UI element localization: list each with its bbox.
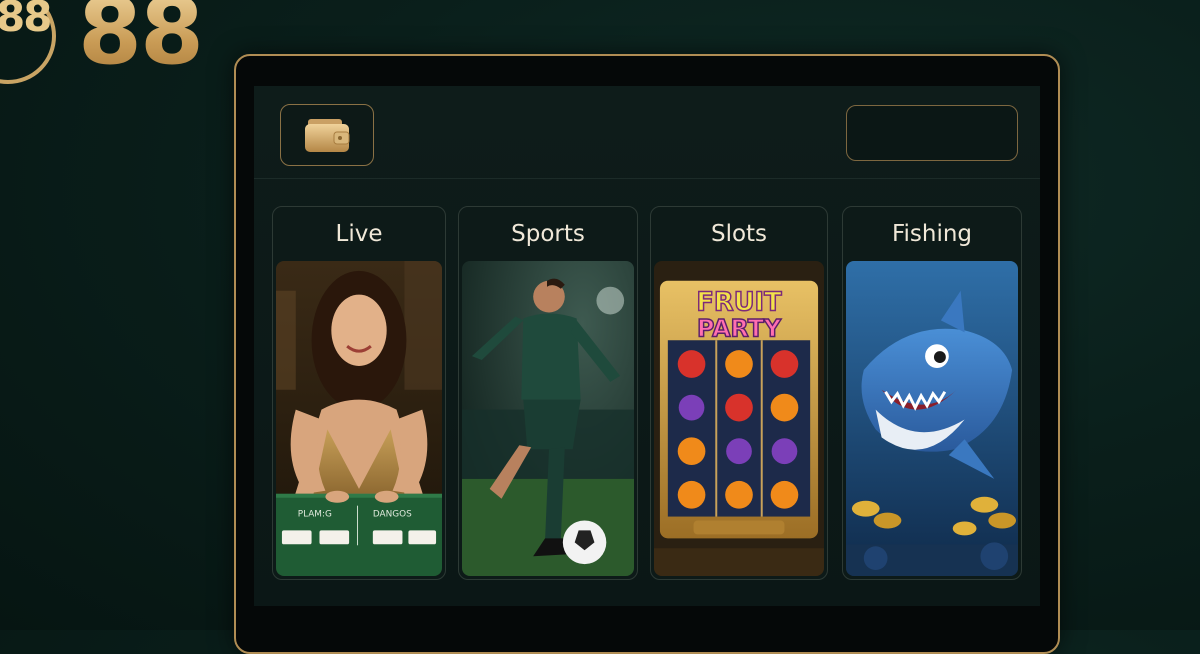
fruit-party-slot-image: FRUIT PARTY — [654, 261, 824, 576]
app-screen: Live PLAM:G DANGOS Sports Slots FRUIT PA… — [254, 86, 1040, 606]
account-button[interactable] — [846, 105, 1018, 161]
slot-title-line1: FRUIT — [696, 288, 782, 318]
table-text-left: PLAM:G — [298, 510, 332, 520]
logo-wordmark: 88 — [78, 0, 204, 85]
logo-ring-text: 88 — [0, 0, 52, 41]
category-card-sports[interactable]: Sports — [458, 206, 638, 580]
wallet-button[interactable] — [280, 104, 374, 166]
category-card-live[interactable]: Live PLAM:G DANGOS — [272, 206, 446, 580]
live-dealer-image: PLAM:G DANGOS — [276, 261, 442, 576]
slot-title-line2: PARTY — [697, 314, 782, 342]
soccer-player-image — [462, 261, 634, 576]
category-card-fishing[interactable]: Fishing — [842, 206, 1022, 580]
category-card-slots[interactable]: Slots FRUIT PARTY — [650, 206, 828, 580]
category-label-fishing: Fishing — [891, 221, 973, 247]
category-label-sports: Sports — [511, 221, 585, 247]
laptop-frame: Live PLAM:G DANGOS Sports Slots FRUIT PA… — [234, 54, 1060, 654]
shark-fishing-image — [846, 261, 1018, 576]
brand-logo[interactable]: 88 88 — [0, 0, 220, 88]
table-text-right: DANGOS — [373, 510, 412, 520]
category-label-live: Live — [335, 221, 383, 247]
wallet-icon — [305, 119, 350, 152]
top-bar — [254, 86, 1040, 179]
category-label-slots: Slots — [710, 221, 768, 247]
